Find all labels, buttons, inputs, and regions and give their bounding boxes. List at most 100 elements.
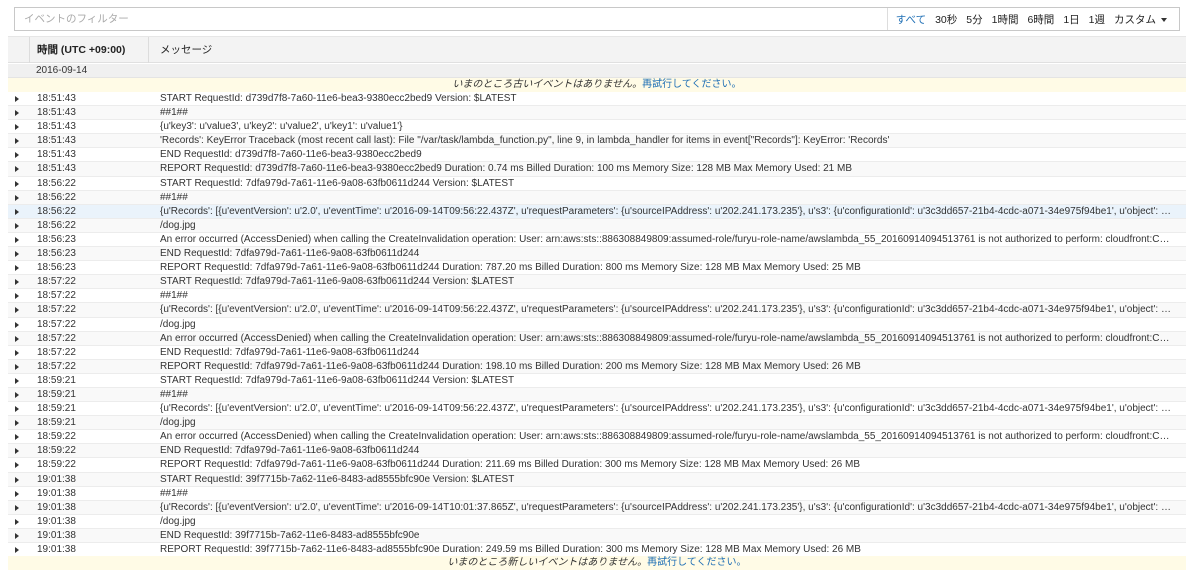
log-event-row[interactable]: 19:01:38/dog.jpg — [8, 514, 1186, 529]
expand-row-icon[interactable] — [15, 363, 19, 370]
event-time: 18:59:21 — [37, 403, 76, 415]
log-event-row[interactable]: 18:59:22 END RequestId: 7dfa979d-7a61-11e… — [8, 444, 1186, 459]
log-event-row[interactable]: 18:59:22 An error occurred (AccessDenied)… — [8, 430, 1186, 445]
log-event-row[interactable]: 18:57:22 {u'Records': [{u'eventVersion': … — [8, 303, 1186, 318]
expand-row-icon[interactable] — [15, 96, 19, 102]
event-time: 18:56:23 — [37, 262, 76, 274]
expand-row-icon[interactable] — [15, 279, 19, 286]
time-range-custom[interactable]: カスタム — [1114, 12, 1167, 27]
event-time: 18:51:43 — [37, 121, 76, 133]
no-older-events-text: いまのところ古いイベントはありません。 — [452, 79, 643, 90]
expand-row-icon[interactable] — [15, 251, 19, 258]
no-newer-events-notice: いまのところ新しいイベントはありません。再試行してください。 — [8, 556, 1186, 570]
log-event-row[interactable]: 18:57:22 REPORT RequestId: 7dfa979d-7a61-… — [8, 359, 1186, 374]
log-event-row[interactable]: 18:57:22 ##1## — [8, 289, 1186, 304]
expand-row-icon[interactable] — [15, 504, 19, 511]
log-event-row[interactable]: 19:01:38 {u'Records': [{u'eventVersion': … — [8, 500, 1186, 515]
expand-row-icon[interactable] — [15, 138, 19, 145]
log-event-row[interactable]: 18:59:22 REPORT RequestId: 7dfa979d-7a61-… — [8, 458, 1186, 473]
log-event-row[interactable]: 18:56:23 An error occurred (AccessDenied)… — [8, 232, 1186, 248]
expand-row-icon[interactable] — [15, 349, 19, 356]
log-event-row[interactable]: 19:01:38 START RequestId: 39f7715b-7a62-1… — [8, 472, 1186, 487]
expand-row-icon[interactable] — [15, 124, 19, 131]
expand-row-icon[interactable] — [15, 236, 19, 243]
log-event-row[interactable]: 18:56:22 START RequestId: 7dfa979d-7a61-1… — [8, 176, 1186, 191]
expand-row-icon[interactable] — [15, 321, 19, 328]
log-event-row[interactable]: 19:01:38 END RequestId: 39f7715b-7a62-11e… — [8, 528, 1186, 543]
expand-row-icon[interactable] — [15, 208, 19, 215]
log-event-row[interactable]: 18:57:22/dog.jpg — [8, 317, 1186, 332]
expand-row-icon[interactable] — [15, 518, 19, 525]
event-time: 18:59:21 — [37, 388, 76, 400]
expand-row-icon[interactable] — [15, 547, 19, 553]
expand-row-icon[interactable] — [15, 265, 19, 272]
event-time: 19:01:38 — [37, 501, 76, 513]
expand-row-icon[interactable] — [15, 476, 19, 483]
event-message: END RequestId: 7dfa979d-7a61-11e6-9a08-6… — [160, 346, 420, 358]
time-range-1d[interactable]: 1日 — [1063, 12, 1079, 27]
event-message: {u'Records': [{u'eventVersion': u'2.0', … — [160, 205, 1172, 217]
expand-row-icon[interactable] — [15, 532, 19, 539]
log-event-row[interactable]: 18:56:22 {u'Records': [{u'eventVersion': … — [8, 204, 1186, 219]
expand-row-icon[interactable] — [15, 307, 19, 314]
no-newer-events-text: いまのところ新しいイベントはありません。 — [447, 557, 648, 568]
expand-row-icon[interactable] — [15, 420, 19, 427]
expand-row-icon[interactable] — [15, 434, 19, 441]
log-event-row[interactable]: 19:01:38 ##1## — [8, 486, 1186, 501]
expand-row-icon[interactable] — [15, 462, 19, 469]
message-column-header[interactable]: メッセージ — [160, 37, 212, 63]
event-message: 'Records': KeyError Traceback (most rece… — [160, 135, 890, 147]
log-event-row[interactable]: 18:57:22 START RequestId: 7dfa979d-7a61-1… — [8, 275, 1186, 290]
expand-row-icon[interactable] — [15, 293, 19, 300]
log-event-row[interactable]: 18:56:23 END RequestId: 7dfa979d-7a61-11e… — [8, 247, 1186, 262]
log-event-row[interactable]: 18:56:22/dog.jpg — [8, 218, 1186, 233]
retry-newer-link[interactable]: 再試行してください。 — [647, 557, 746, 568]
time-range-1w[interactable]: 1週 — [1089, 12, 1105, 27]
log-event-row[interactable]: 18:51:43 'Records': KeyError Traceback (m… — [8, 134, 1186, 149]
event-message: {u'Records': [{u'eventVersion': u'2.0', … — [160, 403, 1172, 415]
event-time: 18:57:22 — [37, 304, 76, 316]
expand-row-icon[interactable] — [15, 194, 19, 201]
event-time: 19:01:38 — [37, 473, 76, 485]
expand-row-icon[interactable] — [15, 391, 19, 398]
retry-older-link[interactable]: 再試行してください。 — [642, 79, 741, 90]
log-event-row[interactable]: 18:59:21 {u'Records': [{u'eventVersion': … — [8, 402, 1186, 417]
log-event-row[interactable]: 18:57:22 An error occurred (AccessDenied)… — [8, 331, 1186, 346]
expand-row-icon[interactable] — [15, 180, 19, 187]
expand-row-icon[interactable] — [15, 222, 19, 229]
time-range-6h[interactable]: 6時間 — [1027, 12, 1054, 27]
event-filter-input[interactable] — [15, 8, 887, 30]
time-range-30s[interactable]: 30秒 — [935, 12, 957, 27]
no-older-events-notice: いまのところ古いイベントはありません。再試行してください。 — [8, 78, 1186, 92]
time-range-all[interactable]: すべて — [896, 12, 926, 27]
log-event-row[interactable]: 18:51:43 {u'key3': u'value3', u'key2': u'… — [8, 120, 1186, 135]
log-event-row[interactable]: 18:59:21 START RequestId: 7dfa979d-7a61-1… — [8, 373, 1186, 388]
caret-down-icon — [1161, 17, 1167, 22]
log-event-row[interactable]: 18:56:23 REPORT RequestId: 7dfa979d-7a61-… — [8, 261, 1186, 276]
expand-row-icon[interactable] — [15, 110, 19, 117]
time-column-header[interactable]: 時間 (UTC +09:00) — [37, 37, 125, 63]
expand-row-icon[interactable] — [15, 377, 19, 384]
log-event-row[interactable]: 18:59:21/dog.jpg — [8, 416, 1186, 431]
log-event-row[interactable]: 18:56:22 ##1## — [8, 190, 1186, 205]
event-time: 19:01:38 — [37, 515, 76, 527]
column-divider — [29, 37, 30, 63]
expand-row-icon[interactable] — [15, 166, 19, 173]
log-event-row[interactable]: 19:01:38 REPORT RequestId: 39f7715b-7a62-… — [8, 543, 1186, 558]
log-event-row[interactable]: 18:51:43 START RequestId: d739d7f8-7a60-1… — [8, 92, 1186, 107]
log-event-row[interactable]: 18:57:22 END RequestId: 7dfa979d-7a61-11e… — [8, 345, 1186, 360]
log-event-row[interactable]: 18:51:43 END RequestId: d739d7f8-7a60-11e… — [8, 148, 1186, 163]
time-range-1h[interactable]: 1時間 — [992, 12, 1019, 27]
event-time: 18:59:22 — [37, 431, 76, 443]
log-event-row[interactable]: 18:59:21 ##1## — [8, 387, 1186, 403]
event-message: ##1## — [160, 107, 188, 119]
expand-row-icon[interactable] — [15, 490, 19, 497]
log-event-row[interactable]: 18:51:43 REPORT RequestId: d739d7f8-7a60-… — [8, 162, 1186, 177]
log-event-row[interactable]: 18:51:43 ##1## — [8, 106, 1186, 121]
expand-row-icon[interactable] — [15, 152, 19, 159]
event-message: ##1## — [160, 388, 188, 400]
expand-row-icon[interactable] — [15, 335, 19, 342]
expand-row-icon[interactable] — [15, 406, 19, 413]
expand-row-icon[interactable] — [15, 448, 19, 455]
time-range-5m[interactable]: 5分 — [966, 12, 982, 27]
